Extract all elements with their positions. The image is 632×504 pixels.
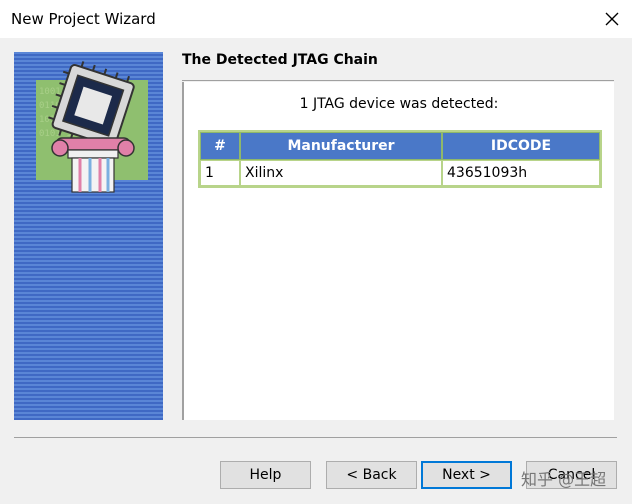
footer-divider (14, 437, 617, 438)
back-button[interactable]: < Back (326, 461, 417, 489)
cell-manufacturer[interactable]: Xilinx (240, 160, 442, 186)
heading-divider (182, 80, 614, 81)
chip-pillar-illustration: 1001 101 0110 1001 1010 110 0101 1011 (36, 61, 148, 193)
watermark-text: 知乎 @王超 (521, 470, 607, 489)
column-header-manufacturer[interactable]: Manufacturer (240, 132, 442, 160)
jtag-device-table: # Manufacturer IDCODE 1 Xilinx 43651093h (198, 130, 602, 188)
next-button[interactable]: Next > (421, 461, 512, 489)
table-row[interactable]: 1 Xilinx 43651093h (200, 160, 600, 186)
window-title: New Project Wizard (11, 10, 156, 28)
detected-count-text: 1 JTAG device was detected: (299, 96, 499, 112)
close-icon[interactable] (604, 11, 620, 27)
cell-idcode[interactable]: 43651093h (442, 160, 600, 186)
help-button[interactable]: Help (220, 461, 311, 489)
column-header-idcode[interactable]: IDCODE (442, 132, 600, 160)
title-bar: New Project Wizard (0, 0, 632, 38)
table-header-row: # Manufacturer IDCODE (200, 132, 600, 160)
column-header-number[interactable]: # (200, 132, 240, 160)
page-heading: The Detected JTAG Chain (182, 52, 378, 68)
cell-number[interactable]: 1 (200, 160, 240, 186)
wizard-banner: 1001 101 0110 1001 1010 110 0101 1011 (14, 52, 163, 420)
jtag-chain-panel: 1 JTAG device was detected: # Manufactur… (182, 82, 614, 420)
